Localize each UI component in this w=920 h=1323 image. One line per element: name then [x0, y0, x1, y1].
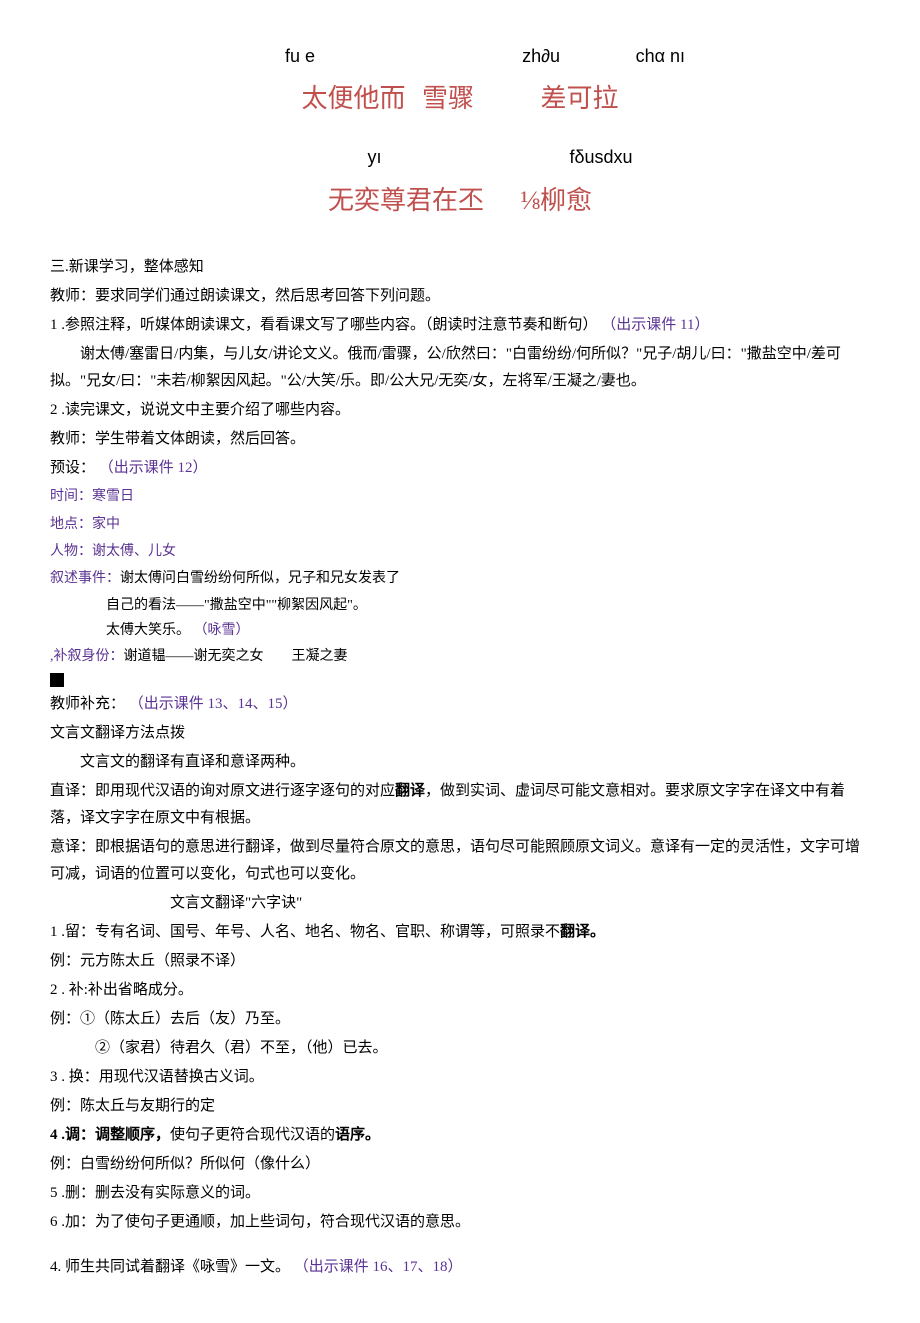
hanzi-text: ⅛柳愈 [521, 178, 593, 225]
supplement-line: ,补叙身份：谢道韫——谢无奕之女 王凝之妻 [50, 644, 870, 669]
hanzi-text: 无奕尊君在丕 [328, 178, 484, 225]
hanzi-row-1: 太便他而 雪骤 差可拉 [50, 76, 870, 123]
time-line: 时间：寒雪日 [50, 484, 870, 509]
pinyin-header-block: fu e zh∂u chα nı 太便他而 雪骤 差可拉 yı fδusdxu … [50, 40, 870, 224]
event-line-3: 太傅大笑乐。 （咏雪） [50, 618, 870, 643]
item-4: 4. 师生共同试着翻译《咏雪》一文。 （出示课件 16、17、18） [50, 1254, 870, 1281]
method-1-example: 例：元方陈太丘（照录不译） [50, 948, 870, 975]
translation-method-title: 文言文翻译方法点拨 [50, 720, 870, 747]
pinyin-row-2: yı fδusdxu [50, 141, 870, 173]
event-label: 叙述事件： [50, 571, 120, 586]
method-1: 1 .留：专有名词、国号、年号、人名、地名、物名、官职、称谓等，可照录不翻译。 [50, 919, 870, 946]
event-ref: （咏雪） [194, 623, 250, 638]
pinyin-text: fu e [285, 40, 405, 72]
teacher-supp-label: 教师补充： [50, 696, 125, 712]
pinyin-text: zh∂u [410, 40, 560, 72]
direct-trans-text: 直译：即用现代汉语的询对原文进行逐字逐句的对应 [50, 783, 395, 799]
supplement-value: 谢道韫——谢无奕之女 王凝之妻 [124, 649, 348, 664]
person-value: 谢太傅、儿女 [92, 544, 176, 559]
method-4-a: 4 .调：调整顺序， [50, 1127, 170, 1143]
event-value-1: 谢太傅问白雪纷纷何所似，兄子和兄女发表了 [120, 571, 400, 586]
item-1-text: 1 .参照注释，听媒体朗读课文，看看课文写了哪些内容。（朗读时注意节奏和断句） [50, 317, 598, 333]
hanzi-text: 雪骤 [422, 76, 474, 123]
event-line-2: 自己的看法——"撒盐空中""柳絮因风起"。 [50, 593, 870, 618]
courseware-ref: （出示课件 13、14、15） [129, 696, 298, 712]
method-2-example-1: 例：①（陈太丘）去后（友）乃至。 [50, 1006, 870, 1033]
hanzi-text: 差可拉 [541, 76, 619, 123]
hanzi-text: 太便他而 [301, 76, 405, 123]
method-4-c: 语序。 [335, 1127, 380, 1143]
method-3-example: 例：陈太丘与友期行的定 [50, 1093, 870, 1120]
teacher-supplement: 教师补充： （出示课件 13、14、15） [50, 691, 870, 718]
person-line: 人物：谢太傅、儿女 [50, 539, 870, 564]
item-1: 1 .参照注释，听媒体朗读课文，看看课文写了哪些内容。（朗读时注意节奏和断句） … [50, 312, 870, 339]
teacher-instruction: 教师：要求同学们通过朗读课文，然后思考回答下列问题。 [50, 283, 870, 310]
item-4-text: 4. 师生共同试着翻译《咏雪》一文。 [50, 1259, 290, 1275]
method-5: 5 .删：删去没有实际意义的词。 [50, 1180, 870, 1207]
black-square-icon [50, 673, 64, 687]
pinyin-text: yı [367, 141, 467, 173]
place-line: 地点：家中 [50, 512, 870, 537]
place-value: 家中 [92, 517, 120, 532]
free-translation: 意译：即根据语句的意思进行翻译，做到尽量符合原文的意思，语句尽可能照顾原文词义。… [50, 834, 870, 888]
preset-label: 预设： [50, 460, 95, 476]
hanzi-row-2: 无奕尊君在丕 ⅛柳愈 [50, 178, 870, 225]
preset-line: 预设： （出示课件 12） [50, 455, 870, 482]
direct-translation: 直译：即用现代汉语的询对原文进行逐字逐句的对应翻译，做到实词、虚词尽可能文意相对… [50, 778, 870, 832]
item-2: 2 .读完课文，说说文中主要介绍了哪些内容。 [50, 397, 870, 424]
six-methods-title: 文言文翻译"六字诀" [50, 890, 870, 917]
event-value-3: 太傅大笑乐。 [106, 623, 190, 638]
method-4-example: 例：白雪纷纷何所似？所似何（像什么） [50, 1151, 870, 1178]
passage-body: 谢太傅/塞雷日/内集，与儿女/讲论文义。俄而/雷骤，公/欣然曰："白雷纷纷/何所… [50, 341, 870, 395]
teacher-instruction-2: 教师：学生带着文体朗读，然后回答。 [50, 426, 870, 453]
time-value: 寒雪日 [92, 489, 134, 504]
method-4-b: 使句子更符合现代汉语的 [170, 1127, 335, 1143]
courseware-ref: （出示课件 12） [99, 460, 208, 476]
event-line-1: 叙述事件：谢太傅问白雪纷纷何所似，兄子和兄女发表了 [50, 566, 870, 591]
courseware-ref: （出示课件 16、17、18） [294, 1259, 463, 1275]
supplement-label: ,补叙身份： [50, 649, 124, 664]
method-4: 4 .调：调整顺序，使句子更符合现代汉语的语序。 [50, 1122, 870, 1149]
method-2: 2 . 补:补出省略成分。 [50, 977, 870, 1004]
time-label: 时间： [50, 489, 92, 504]
method-1-bold: 翻译。 [560, 924, 605, 940]
section-3-title: 三.新课学习，整体感知 [50, 254, 870, 281]
pinyin-row-1: fu e zh∂u chα nı [50, 40, 870, 72]
method-1-text: 1 .留：专有名词、国号、年号、人名、地名、物名、官职、称谓等，可照录不 [50, 924, 560, 940]
method-6: 6 .加：为了使句子更通顺，加上些词句，符合现代汉语的意思。 [50, 1209, 870, 1236]
method-2-example-2: ②（家君）待君久（君）不至，（他）已去。 [50, 1035, 870, 1062]
translation-intro: 文言文的翻译有直译和意译两种。 [50, 749, 870, 776]
pinyin-text: fδusdxu [473, 141, 633, 173]
place-label: 地点： [50, 517, 92, 532]
pinyin-text: chα nı [565, 40, 685, 72]
courseware-ref: （出示课件 11） [601, 317, 709, 333]
person-label: 人物： [50, 544, 92, 559]
method-3: 3 . 换：用现代汉语替换古义词。 [50, 1064, 870, 1091]
direct-trans-bold: 翻译 [395, 783, 425, 799]
